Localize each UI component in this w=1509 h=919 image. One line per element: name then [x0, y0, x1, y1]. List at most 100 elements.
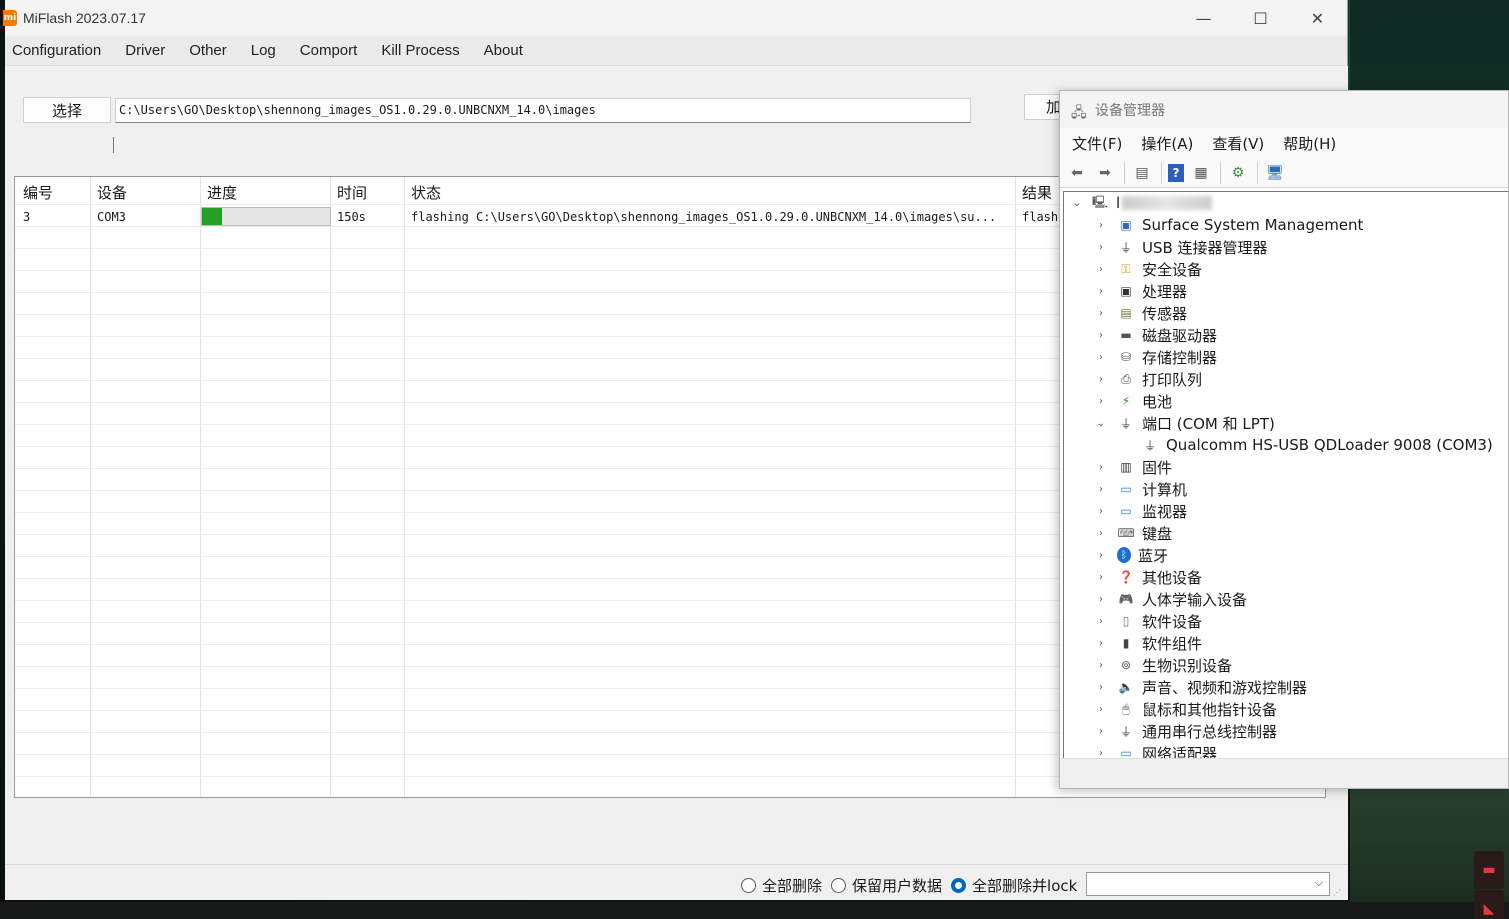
menu-comport[interactable]: Comport	[300, 42, 358, 59]
image-path-field[interactable]: C:\Users\GO\Desktop\shennong_images_OS1.…	[115, 98, 971, 123]
tree-item[interactable]: › ▯ 软件设备	[1064, 610, 1508, 632]
toolbar-separator	[1257, 161, 1258, 184]
radio-clean-all-and-lock-label[interactable]: 全部删除并lock	[972, 875, 1077, 896]
close-button[interactable]: ✕	[1289, 0, 1346, 36]
radio-clean-all-label[interactable]: 全部删除	[762, 875, 822, 896]
radio-clean-all-and-lock[interactable]	[951, 878, 967, 893]
tree-item[interactable]: › ▬ 磁盘驱动器	[1064, 324, 1508, 346]
hid-icon: 🎮	[1118, 592, 1134, 606]
tree-item-expanded[interactable]: ⌄ ⏚ 端口 (COM 和 LPT)	[1064, 412, 1508, 434]
chevron-down-icon[interactable]: ⌵	[1315, 876, 1323, 890]
chevron-right-icon[interactable]: ›	[1095, 506, 1107, 517]
menu-driver[interactable]: Driver	[125, 42, 165, 59]
chevron-right-icon[interactable]: ›	[1095, 396, 1107, 407]
radio-clean-all[interactable]	[741, 878, 756, 893]
tree-item[interactable]: › ❓ 其他设备	[1064, 566, 1508, 588]
chevron-right-icon[interactable]: ›	[1095, 660, 1107, 671]
tree-item[interactable]: › ⊚ 生物识别设备	[1064, 654, 1508, 676]
chevron-right-icon[interactable]: ›	[1095, 704, 1107, 715]
header-result[interactable]: 结果	[1022, 182, 1052, 203]
chevron-right-icon[interactable]: ›	[1095, 308, 1107, 319]
radio-save-user-data-label[interactable]: 保留用户数据	[852, 875, 942, 896]
chevron-down-icon[interactable]: ⌄	[1095, 418, 1107, 429]
tree-item[interactable]: › ᛒ 蓝牙	[1064, 544, 1508, 566]
tree-child-item[interactable]: ⏚ Qualcomm HS-USB QDLoader 9008 (COM3)	[1064, 434, 1508, 456]
header-time[interactable]: 时间	[337, 182, 367, 203]
tree-item[interactable]: › ▮ 软件组件	[1064, 632, 1508, 654]
chevron-right-icon[interactable]: ›	[1095, 594, 1107, 605]
tree-root[interactable]: ⌄ 🖳 l	[1064, 192, 1508, 214]
tree-item[interactable]: › ▭ 网络适配器	[1064, 742, 1508, 759]
chevron-right-icon[interactable]: ›	[1095, 374, 1107, 385]
chevron-right-icon[interactable]: ›	[1095, 528, 1107, 539]
chevron-right-icon[interactable]: ›	[1095, 616, 1107, 627]
maximize-button[interactable]: ☐	[1232, 0, 1289, 36]
tree-item[interactable]: › ▣ 处理器	[1064, 280, 1508, 302]
tree-item[interactable]: › ▭ 监视器	[1064, 500, 1508, 522]
chevron-right-icon[interactable]: ›	[1095, 638, 1107, 649]
tree-item[interactable]: › ⌨ 键盘	[1064, 522, 1508, 544]
chevron-right-icon[interactable]: ›	[1095, 748, 1107, 759]
folder-taskbar-icon[interactable]: ▬	[1474, 851, 1504, 889]
header-id[interactable]: 编号	[23, 182, 53, 203]
chevron-right-icon[interactable]: ›	[1095, 220, 1107, 231]
menu-about[interactable]: About	[484, 42, 523, 59]
tree-item[interactable]: › 🎮 人体学输入设备	[1064, 588, 1508, 610]
tree-item[interactable]: › ▭ 计算机	[1064, 478, 1508, 500]
chevron-down-icon[interactable]: ⌄	[1071, 198, 1083, 209]
menu-file[interactable]: 文件(F)	[1072, 133, 1122, 154]
select-folder-button[interactable]: 选择	[23, 97, 111, 123]
chevron-right-icon[interactable]: ›	[1095, 484, 1107, 495]
menu-view[interactable]: 查看(V)	[1212, 133, 1264, 154]
app-taskbar-icon[interactable]: ◣	[1474, 890, 1504, 919]
cell-result[interactable]: flash	[1022, 210, 1058, 224]
update-driver-icon[interactable]: ⚙	[1227, 163, 1249, 183]
flash-mode-group: 全部删除 保留用户数据 全部删除并lock	[741, 875, 1086, 896]
header-status[interactable]: 状态	[411, 182, 441, 203]
chevron-right-icon[interactable]: ›	[1095, 682, 1107, 693]
menu-configuration[interactable]: Configuration	[12, 42, 101, 59]
cell-time[interactable]: 150s	[337, 210, 366, 224]
chevron-right-icon[interactable]: ›	[1095, 352, 1107, 363]
chevron-right-icon[interactable]: ›	[1095, 242, 1107, 253]
chevron-right-icon[interactable]: ›	[1095, 330, 1107, 341]
help-icon[interactable]: ?	[1168, 163, 1184, 182]
tree-item[interactable]: › 🖱 鼠标和其他指针设备	[1064, 698, 1508, 720]
chevron-right-icon[interactable]: ›	[1095, 726, 1107, 737]
chevron-right-icon[interactable]: ›	[1095, 462, 1107, 473]
chevron-right-icon[interactable]: ›	[1095, 550, 1107, 561]
cell-device[interactable]: COM3	[97, 210, 126, 224]
back-icon[interactable]: ⬅	[1066, 163, 1088, 183]
tree-item[interactable]: › ⏚ USB 连接器管理器	[1064, 236, 1508, 258]
menu-kill-process[interactable]: Kill Process	[381, 42, 459, 59]
cell-status[interactable]: flashing C:\Users\GO\Desktop\shennong_im…	[411, 210, 1011, 224]
menu-action[interactable]: 操作(A)	[1141, 133, 1193, 154]
menu-log[interactable]: Log	[251, 42, 276, 59]
tree-item[interactable]: › ⚿ 安全设备	[1064, 258, 1508, 280]
tree-item[interactable]: › ⛁ 存储控制器	[1064, 346, 1508, 368]
tree-item[interactable]: › ▥ 固件	[1064, 456, 1508, 478]
tree-item[interactable]: › ▣ Surface System Management	[1064, 214, 1508, 236]
header-device[interactable]: 设备	[97, 182, 127, 203]
chevron-right-icon[interactable]: ›	[1095, 286, 1107, 297]
forward-icon[interactable]: ➡	[1094, 163, 1116, 183]
tree-item[interactable]: › ⏚ 通用串行总线控制器	[1064, 720, 1508, 742]
script-select-dropdown[interactable]: ⌵	[1086, 872, 1330, 896]
cell-id[interactable]: 3	[23, 210, 30, 224]
tree-item[interactable]: › ▤ 传感器	[1064, 302, 1508, 324]
usb-icon: ⏚	[1119, 240, 1132, 255]
menu-other[interactable]: Other	[189, 42, 227, 59]
tree-item[interactable]: › ⚡ 电池	[1064, 390, 1508, 412]
resize-grip-icon[interactable]: ⋰	[1333, 888, 1342, 897]
chevron-right-icon[interactable]: ›	[1095, 572, 1107, 583]
monitor-scan-icon[interactable]: 🖥	[1264, 163, 1286, 183]
menu-help[interactable]: 帮助(H)	[1283, 133, 1336, 154]
radio-save-user-data[interactable]	[831, 878, 847, 893]
chevron-right-icon[interactable]: ›	[1095, 264, 1107, 275]
minimize-button[interactable]: —	[1175, 0, 1232, 36]
view-icon[interactable]: ▦	[1190, 163, 1212, 183]
header-progress[interactable]: 进度	[207, 182, 237, 203]
tree-item[interactable]: › 🔈 声音、视频和游戏控制器	[1064, 676, 1508, 698]
tree-item[interactable]: › ⎙ 打印队列	[1064, 368, 1508, 390]
properties-icon[interactable]: ▤	[1131, 163, 1153, 183]
